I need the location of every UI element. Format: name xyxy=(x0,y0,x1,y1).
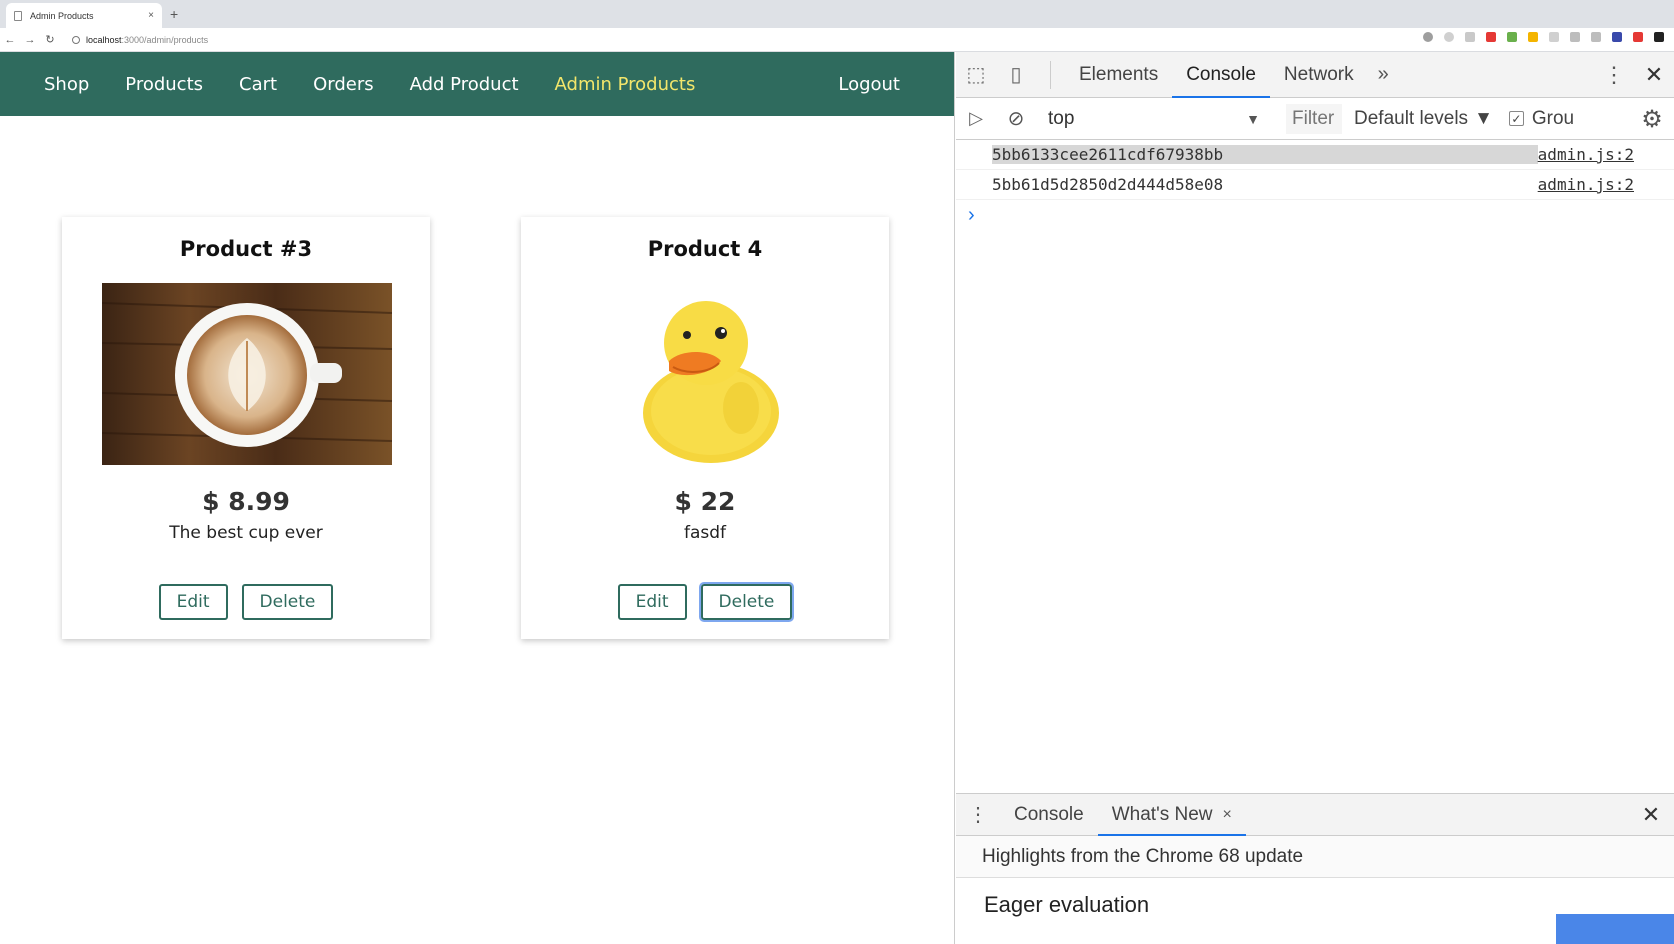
extension-icon[interactable] xyxy=(1570,32,1580,42)
extension-icon[interactable] xyxy=(1507,32,1517,42)
page-icon xyxy=(14,10,22,21)
drawer-tab-label: What's New xyxy=(1111,803,1213,825)
drawer-tabbar: ⋮ Console What's New × ✕ xyxy=(956,794,1674,836)
devtools-tabbar: ⬚ ▯ Elements Console Network » ⋮ ✕ xyxy=(956,52,1674,98)
context-selector[interactable]: top ▼ xyxy=(1048,108,1268,130)
extension-icon[interactable] xyxy=(1549,32,1559,42)
checkbox-checked-icon: ✓ xyxy=(1508,111,1524,126)
context-value: top xyxy=(1048,107,1075,129)
extension-icons xyxy=(1423,32,1664,42)
extension-icon[interactable] xyxy=(1486,32,1496,42)
drawer-tab-whats-new[interactable]: What's New × xyxy=(1097,794,1246,836)
web-page: Shop Products Cart Orders Add Product Ad… xyxy=(0,52,955,944)
devtools-drawer: ⋮ Console What's New × ✕ Highlights from… xyxy=(956,793,1674,944)
extension-icon[interactable] xyxy=(1591,32,1601,42)
product-title: Product 4 xyxy=(647,237,763,261)
rubber-duck-image xyxy=(643,301,779,463)
coffee-cup-image xyxy=(102,283,392,465)
console-output: 5bb6133cee2611cdf67938bb admin.js:2 5bb6… xyxy=(956,140,1674,230)
browser-tab[interactable]: Admin Products × xyxy=(6,3,162,28)
product-card: Product 4 $ 22 fasdf Edit Delete xyxy=(521,217,889,639)
browser-toolbar: ← → ↻ localhost:3000/admin/products xyxy=(0,28,1674,52)
tab-network[interactable]: Network xyxy=(1270,52,1368,98)
nav-item-admin-products[interactable]: Admin Products xyxy=(555,74,696,95)
inspect-element-icon[interactable]: ⬚ xyxy=(956,52,996,98)
info-icon[interactable] xyxy=(72,35,80,44)
forward-button[interactable]: → xyxy=(20,34,40,46)
close-tab-icon[interactable]: × xyxy=(1222,806,1231,824)
levels-label: Default levels xyxy=(1354,107,1469,129)
extension-icon[interactable] xyxy=(1465,32,1475,42)
extension-icon[interactable] xyxy=(1612,32,1622,42)
device-toolbar-icon[interactable]: ▯ xyxy=(996,52,1036,98)
product-price: $ 8.99 xyxy=(202,487,290,516)
watermark-logo xyxy=(1556,914,1674,944)
product-price: $ 22 xyxy=(674,487,736,516)
extension-icon[interactable] xyxy=(1444,32,1454,42)
prompt-chevron-icon: › xyxy=(968,203,975,226)
whats-new-item-title: Eager evaluation xyxy=(984,892,1150,917)
reload-button[interactable]: ↻ xyxy=(40,33,60,46)
tab-console[interactable]: Console xyxy=(1172,52,1270,98)
url-path: :3000/admin/products xyxy=(121,34,209,45)
console-toolbar: ▷ ⊘ top ▼ Default levels ▼ ✓ Grou ⚙ xyxy=(956,98,1674,140)
nav-item-orders[interactable]: Orders xyxy=(313,74,374,95)
dropdown-arrow-icon: ▼ xyxy=(1474,107,1493,129)
product-card: Product #3 $ 8.99 The best cup ever Edit… xyxy=(62,217,430,639)
card-actions: Edit Delete xyxy=(521,582,889,622)
drawer-tab-label: Console xyxy=(1014,803,1084,825)
tab-elements[interactable]: Elements xyxy=(1065,52,1172,98)
dropdown-arrow-icon: ▼ xyxy=(1246,110,1260,127)
console-message-text: 5bb6133cee2611cdf67938bb xyxy=(992,145,1538,164)
drawer-menu-icon[interactable]: ⋮ xyxy=(956,802,1000,827)
console-message: 5bb61d5d2850d2d444d58e08 admin.js:2 xyxy=(956,170,1674,200)
browser-tabstrip: Admin Products × + xyxy=(0,0,1674,28)
console-message: 5bb6133cee2611cdf67938bb admin.js:2 xyxy=(956,140,1674,170)
nav-item-shop[interactable]: Shop xyxy=(44,74,89,95)
log-levels-dropdown[interactable]: Default levels ▼ xyxy=(1354,108,1493,130)
gear-icon[interactable]: ⚙ xyxy=(1634,105,1670,134)
extension-icon[interactable] xyxy=(1423,32,1433,42)
url-host: localhost xyxy=(86,34,122,45)
group-label: Grou xyxy=(1531,107,1575,129)
back-button[interactable]: ← xyxy=(0,34,20,46)
delete-button[interactable]: Delete xyxy=(241,584,334,620)
product-title: Product #3 xyxy=(179,237,313,261)
nav-item-add-product[interactable]: Add Product xyxy=(410,74,519,95)
console-sidebar-icon[interactable]: ▷ xyxy=(956,108,996,129)
extension-icon[interactable] xyxy=(1633,32,1643,42)
console-prompt[interactable]: › xyxy=(956,200,1674,230)
product-description: fasdf xyxy=(683,523,727,543)
card-actions: Edit Delete xyxy=(62,584,430,620)
product-description: The best cup ever xyxy=(169,523,323,543)
browser-tab-title: Admin Products xyxy=(30,10,94,21)
extension-icon[interactable] xyxy=(1654,32,1664,42)
whats-new-heading: Highlights from the Chrome 68 update xyxy=(956,836,1674,878)
close-devtools-icon[interactable]: ✕ xyxy=(1634,62,1674,88)
clear-console-icon[interactable]: ⊘ xyxy=(996,106,1036,131)
nav-item-products[interactable]: Products xyxy=(125,74,203,95)
more-tabs-icon[interactable]: » xyxy=(1368,63,1399,86)
close-drawer-icon[interactable]: ✕ xyxy=(1636,794,1666,836)
new-tab-button[interactable]: + xyxy=(170,6,178,22)
address-bar[interactable]: localhost:3000/admin/products xyxy=(72,31,208,49)
source-link[interactable]: admin.js:2 xyxy=(1538,145,1634,164)
devtools-menu-icon[interactable]: ⋮ xyxy=(1594,62,1634,88)
source-link[interactable]: admin.js:2 xyxy=(1538,175,1634,194)
edit-button[interactable]: Edit xyxy=(617,584,687,620)
logout-link[interactable]: Logout xyxy=(838,74,900,95)
main-header: Shop Products Cart Orders Add Product Ad… xyxy=(0,52,954,116)
group-similar-checkbox[interactable]: ✓ Grou xyxy=(1508,107,1575,130)
devtools-panel: ⬚ ▯ Elements Console Network » ⋮ ✕ ▷ ⊘ t… xyxy=(956,52,1674,944)
close-tab-icon[interactable]: × xyxy=(148,10,154,21)
edit-button[interactable]: Edit xyxy=(158,584,228,620)
extension-icon[interactable] xyxy=(1528,32,1538,42)
console-message-text: 5bb61d5d2850d2d444d58e08 xyxy=(992,175,1224,194)
drawer-tab-console[interactable]: Console xyxy=(1000,794,1098,836)
nav-item-cart[interactable]: Cart xyxy=(239,74,277,95)
filter-input[interactable] xyxy=(1286,103,1342,134)
delete-button[interactable]: Delete xyxy=(698,582,795,622)
